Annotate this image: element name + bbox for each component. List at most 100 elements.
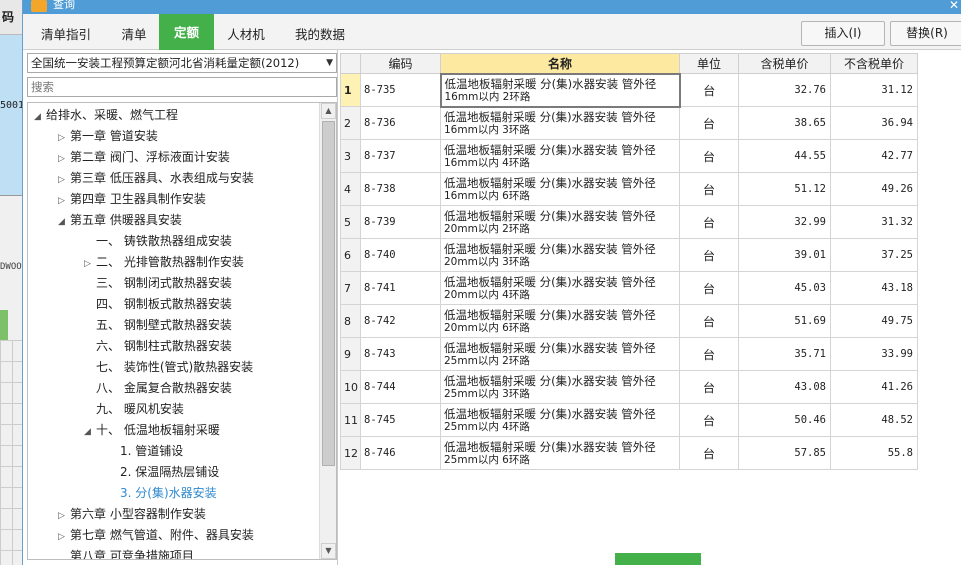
chevron-down-icon[interactable]: ▼ (326, 54, 333, 72)
scroll-up-icon[interactable]: ▲ (321, 103, 336, 119)
row-number[interactable]: 1 (340, 73, 361, 107)
price-notax-header[interactable]: 不含税单价 (830, 53, 918, 74)
price-tax-cell[interactable]: 44.55 (738, 139, 831, 173)
insert-button[interactable]: 插入(I) (801, 21, 885, 46)
code-cell[interactable]: 8-744 (360, 370, 441, 404)
code-cell[interactable]: 8-746 (360, 436, 441, 470)
price-tax-cell[interactable]: 45.03 (738, 271, 831, 305)
scrollbar-thumb[interactable] (322, 121, 335, 466)
name-cell[interactable]: 低温地板辐射采暖 分(集)水器安装 管外径 16mm以内 3环路 (440, 106, 680, 140)
tab-list[interactable]: 清单 (109, 19, 159, 50)
row-number[interactable]: 4 (340, 172, 361, 206)
name-cell[interactable]: 低温地板辐射采暖 分(集)水器安装 管外径 20mm以内 3环路 (440, 238, 680, 272)
price-notax-cell[interactable]: 48.52 (830, 403, 918, 437)
row-number[interactable]: 2 (340, 106, 361, 140)
price-tax-cell[interactable]: 39.01 (738, 238, 831, 272)
row-number[interactable]: 12 (340, 436, 361, 470)
tree-item[interactable]: ▷ 第四章 卫生器具制作安装 (58, 189, 206, 210)
table-row[interactable]: 4 8-738 低温地板辐射采暖 分(集)水器安装 管外径 16mm以内 6环路台 51… (340, 172, 918, 206)
search-input[interactable] (27, 77, 337, 97)
tree-item[interactable]: ▷ 第三章 低压器具、水表组成与安装 (58, 168, 254, 189)
tree-item[interactable]: ▷ 第二章 阀门、浮标液面计安装 (58, 147, 230, 168)
row-number[interactable]: 9 (340, 337, 361, 371)
table-row[interactable]: 6 8-740 低温地板辐射采暖 分(集)水器安装 管外径 20mm以内 3环路台 39… (340, 238, 918, 272)
price-tax-cell[interactable]: 51.12 (738, 172, 831, 206)
tab-quota[interactable]: 定额 (159, 14, 214, 50)
close-icon[interactable]: ✕ (949, 0, 959, 12)
row-number[interactable]: 3 (340, 139, 361, 173)
tree-item[interactable]: 九、 暖风机安装 (84, 399, 184, 420)
price-tax-cell[interactable]: 38.65 (738, 106, 831, 140)
price-notax-cell[interactable]: 42.77 (830, 139, 918, 173)
tree-item[interactable]: ◢ 第五章 供暖器具安装 (58, 210, 182, 231)
code-cell[interactable]: 8-735 (360, 73, 441, 107)
row-number[interactable]: 11 (340, 403, 361, 437)
name-cell[interactable]: 低温地板辐射采暖 分(集)水器安装 管外径 16mm以内 6环路 (440, 172, 680, 206)
tab-my-data[interactable]: 我的数据 (278, 19, 362, 50)
collapsed-arrow-icon[interactable]: ▷ (58, 170, 70, 191)
title-bar[interactable]: 查询 ✕ (23, 0, 961, 14)
unit-cell[interactable]: 台 (679, 403, 739, 437)
unit-cell[interactable]: 台 (679, 370, 739, 404)
collapsed-arrow-icon[interactable]: ▷ (58, 527, 70, 548)
price-tax-cell[interactable]: 32.99 (738, 205, 831, 239)
unit-cell[interactable]: 台 (679, 271, 739, 305)
code-cell[interactable]: 8-742 (360, 304, 441, 338)
expanded-arrow-icon[interactable]: ◢ (34, 107, 46, 128)
tree-item[interactable]: ▷ 第六章 小型容器制作安装 (58, 504, 206, 525)
price-notax-cell[interactable]: 55.8 (830, 436, 918, 470)
tree-item[interactable]: 3. 分(集)水器安装 (108, 483, 217, 504)
code-cell[interactable]: 8-736 (360, 106, 441, 140)
collapsed-arrow-icon[interactable]: ▷ (58, 128, 70, 149)
price-tax-cell[interactable]: 35.71 (738, 337, 831, 371)
name-cell[interactable]: 低温地板辐射采暖 分(集)水器安装 管外径 20mm以内 4环路 (440, 271, 680, 305)
name-cell[interactable]: 低温地板辐射采暖 分(集)水器安装 管外径 16mm以内 4环路 (440, 139, 680, 173)
tree-item[interactable]: 五、 钢制壁式散热器安装 (84, 315, 232, 336)
tree-item[interactable]: 四、 钢制板式散热器安装 (84, 294, 232, 315)
tree-item[interactable]: ▷ 第七章 燃气管道、附件、器具安装 (58, 525, 254, 546)
price-tax-cell[interactable]: 57.85 (738, 436, 831, 470)
tree-item[interactable]: 六、 钢制柱式散热器安装 (84, 336, 232, 357)
collapsed-arrow-icon[interactable]: ▷ (58, 191, 70, 212)
row-number[interactable]: 10 (340, 370, 361, 404)
table-row[interactable]: 1 8-735 低温地板辐射采暖 分(集)水器安装 管外径 16mm以内 2环路台 32… (340, 72, 918, 108)
price-notax-cell[interactable]: 49.26 (830, 172, 918, 206)
price-tax-cell[interactable]: 43.08 (738, 370, 831, 404)
price-tax-header[interactable]: 含税单价 (738, 53, 831, 74)
unit-cell[interactable]: 台 (679, 238, 739, 272)
name-cell[interactable]: 低温地板辐射采暖 分(集)水器安装 管外径 25mm以内 4环路 (440, 403, 680, 437)
unit-cell[interactable]: 台 (679, 436, 739, 470)
name-cell[interactable]: 低温地板辐射采暖 分(集)水器安装 管外径 20mm以内 6环路 (440, 304, 680, 338)
table-row[interactable]: 11 8-745 低温地板辐射采暖 分(集)水器安装 管外径 25mm以内 4环路台 5… (340, 403, 918, 437)
code-cell[interactable]: 8-740 (360, 238, 441, 272)
name-cell[interactable]: 低温地板辐射采暖 分(集)水器安装 管外径 25mm以内 3环路 (440, 370, 680, 404)
price-notax-cell[interactable]: 37.25 (830, 238, 918, 272)
price-notax-cell[interactable]: 43.18 (830, 271, 918, 305)
unit-cell[interactable]: 台 (679, 172, 739, 206)
collapsed-arrow-icon[interactable]: ▷ (58, 149, 70, 170)
table-row[interactable]: 2 8-736 低温地板辐射采暖 分(集)水器安装 管外径 16mm以内 3环路台 38… (340, 106, 918, 140)
unit-cell[interactable]: 台 (679, 205, 739, 239)
code-cell[interactable]: 8-738 (360, 172, 441, 206)
tree-item[interactable]: 2. 保温隔热层铺设 (108, 462, 219, 483)
tree-item[interactable]: ◢ 十、 低温地板辐射采暖 (84, 420, 220, 441)
tree-item[interactable]: 七、 装饰性(管式)散热器安装 (84, 357, 253, 378)
price-tax-cell[interactable]: 51.69 (738, 304, 831, 338)
row-number[interactable]: 6 (340, 238, 361, 272)
price-notax-cell[interactable]: 31.32 (830, 205, 918, 239)
scroll-down-icon[interactable]: ▼ (321, 543, 336, 559)
table-row[interactable]: 9 8-743 低温地板辐射采暖 分(集)水器安装 管外径 25mm以内 2环路台 35… (340, 337, 918, 371)
tree-item[interactable]: 八、 金属复合散热器安装 (84, 378, 232, 399)
table-row[interactable]: 7 8-741 低温地板辐射采暖 分(集)水器安装 管外径 20mm以内 4环路台 45… (340, 271, 918, 305)
tree-scrollbar[interactable]: ▲ ▼ (319, 103, 336, 559)
table-row[interactable]: 10 8-744 低温地板辐射采暖 分(集)水器安装 管外径 25mm以内 3环路台 4… (340, 370, 918, 404)
name-cell[interactable]: 低温地板辐射采暖 分(集)水器安装 管外径 25mm以内 2环路 (440, 337, 680, 371)
table-row[interactable]: 3 8-737 低温地板辐射采暖 分(集)水器安装 管外径 16mm以内 4环路台 44… (340, 139, 918, 173)
price-notax-cell[interactable]: 36.94 (830, 106, 918, 140)
replace-button[interactable]: 替换(R) (890, 21, 961, 46)
code-cell[interactable]: 8-743 (360, 337, 441, 371)
tab-list-guide[interactable]: 清单指引 (23, 19, 109, 50)
unit-cell[interactable]: 台 (679, 139, 739, 173)
table-row[interactable]: 12 8-746 低温地板辐射采暖 分(集)水器安装 管外径 25mm以内 6环路台 5… (340, 436, 918, 470)
unit-cell[interactable]: 台 (679, 106, 739, 140)
